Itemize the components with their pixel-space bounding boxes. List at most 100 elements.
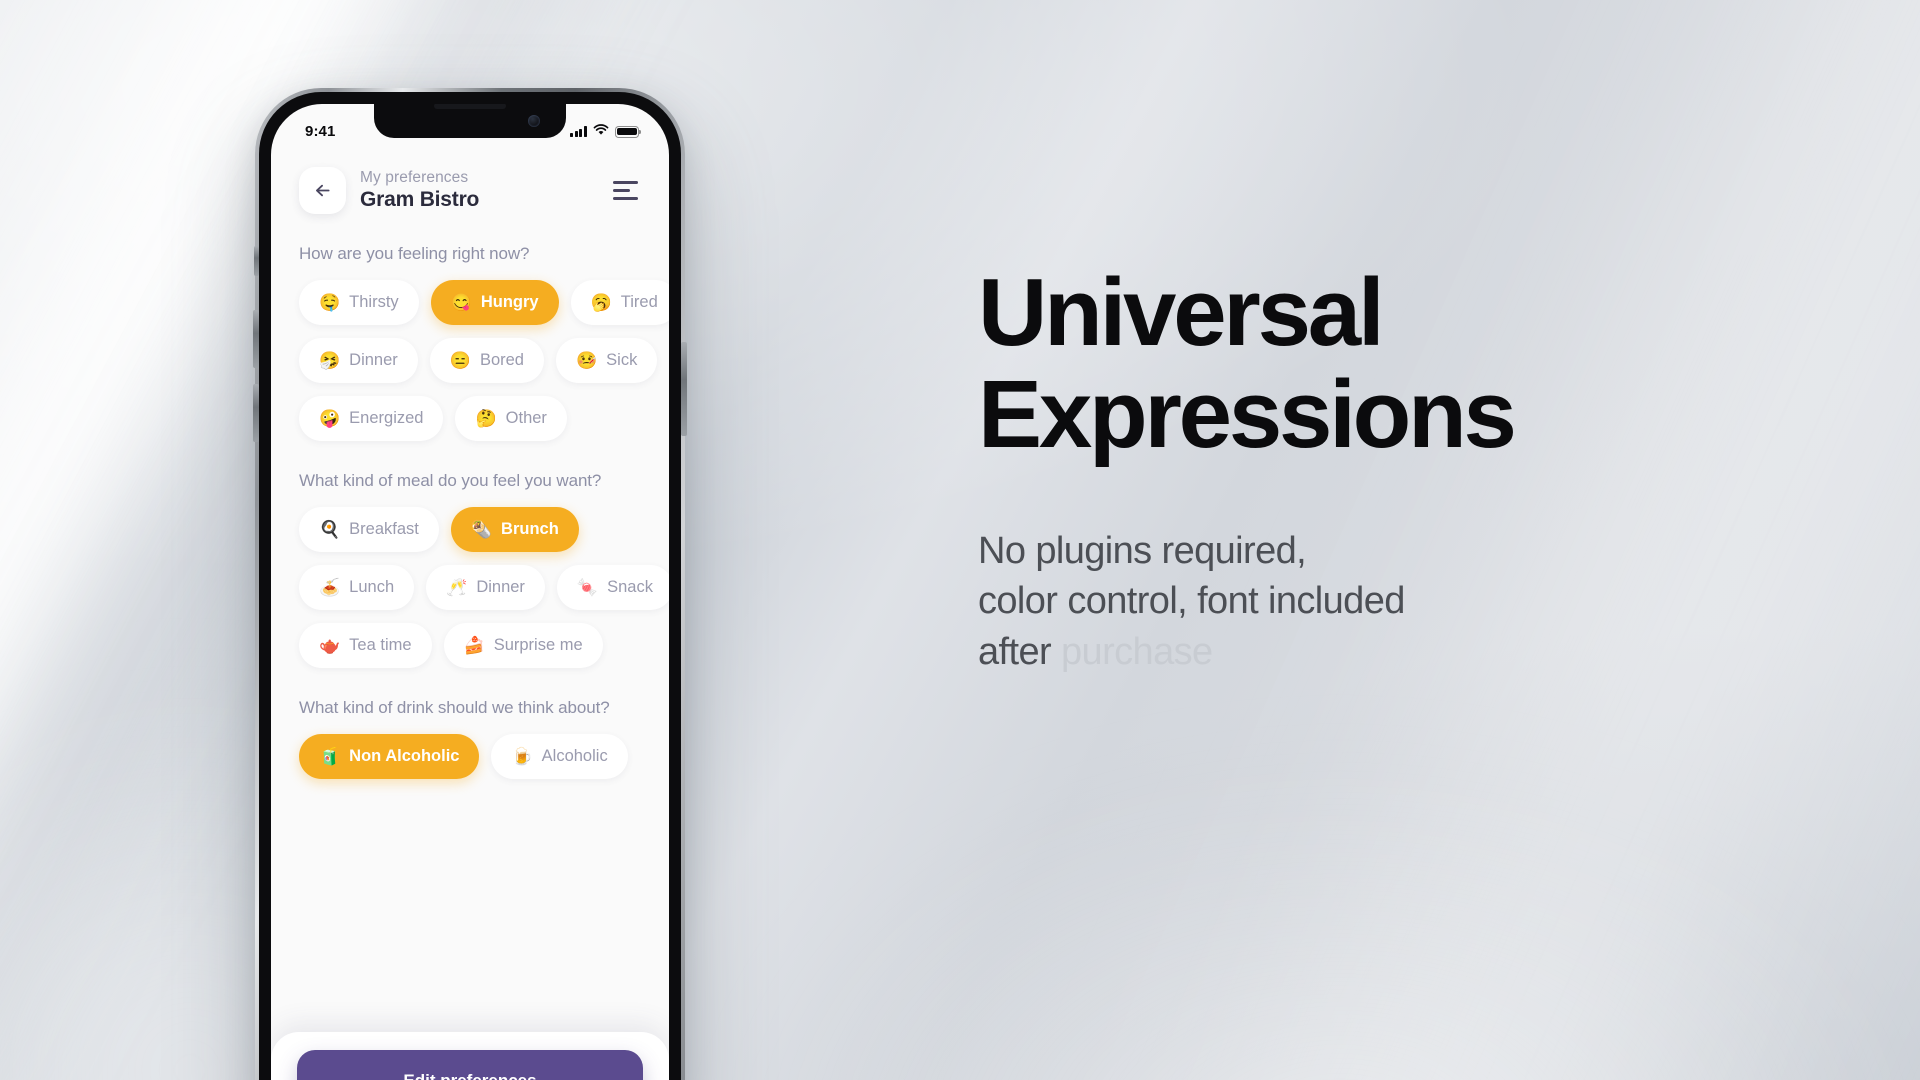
chip-tea-time[interactable]: 🫖 Tea time bbox=[299, 623, 432, 668]
chip-emoji-icon: 🍝 bbox=[319, 578, 341, 597]
app-container: My preferences Gram Bistro How are you f… bbox=[271, 104, 669, 1080]
chip-breakfast[interactable]: 🍳 Breakfast bbox=[299, 507, 439, 552]
preference-section: What kind of meal do you feel you want? 🍳… bbox=[271, 471, 669, 668]
promo-title-line-2: Expressions bbox=[978, 360, 1517, 468]
chip-emoji-icon: 🤔 bbox=[475, 409, 497, 428]
preference-section: What kind of drink should we think about… bbox=[271, 698, 669, 779]
chip-rows: 🤤 Thirsty 😋 Hungry 🥱 Tired 🤧 Dinner 😑 Bored 🤒 Sick 🤪… bbox=[299, 280, 669, 441]
status-bar-icons bbox=[570, 123, 642, 140]
promo-subtitle-purchase: purchase bbox=[1061, 631, 1213, 674]
bottom-cta-sheet: Edit preferences bbox=[271, 1032, 669, 1080]
promo-title-line-1: Universal bbox=[978, 259, 1385, 366]
wifi-icon bbox=[593, 123, 609, 140]
chip-row: 🫖 Tea time 🍰 Surprise me bbox=[299, 623, 643, 668]
chip-energized[interactable]: 🤪 Energized bbox=[299, 396, 444, 441]
back-button[interactable] bbox=[299, 167, 346, 214]
chip-row: 🧃 Non Alcoholic 🍺 Alcoholic bbox=[299, 734, 643, 779]
chip-emoji-icon: 🍰 bbox=[463, 636, 485, 655]
promo-subtitle-line-1: No plugins required, bbox=[978, 529, 1307, 572]
chip-other[interactable]: 🤔 Other bbox=[455, 396, 567, 441]
app-scroll-area[interactable]: My preferences Gram Bistro How are you f… bbox=[271, 150, 669, 1080]
header-eyebrow: My preferences bbox=[360, 169, 469, 187]
chip-thirsty[interactable]: 🤤 Thirsty bbox=[299, 280, 419, 325]
chip-hungry[interactable]: 😋 Hungry bbox=[430, 280, 559, 325]
chip-label: Hungry bbox=[480, 293, 539, 311]
chip-lunch[interactable]: 🍝 Lunch bbox=[299, 565, 415, 610]
chip-brunch[interactable]: 🌯 Brunch bbox=[450, 507, 579, 552]
volume-up-button[interactable] bbox=[253, 310, 259, 368]
chip-row: 🤤 Thirsty 😋 Hungry 🥱 Tired bbox=[299, 280, 669, 325]
silent-switch-button[interactable] bbox=[254, 246, 259, 276]
chip-emoji-icon: 🍬 bbox=[576, 578, 599, 597]
phone-screen: 9:41 My preferences Gram Bistro How are … bbox=[271, 104, 669, 1080]
status-bar-time: 9:41 bbox=[305, 123, 336, 140]
chip-label: Lunch bbox=[349, 578, 395, 596]
chip-sick[interactable]: 🤒 Sick bbox=[555, 338, 658, 383]
chip-label: Tea time bbox=[349, 636, 412, 654]
chip-label: Snack bbox=[607, 578, 653, 596]
chip-label: Tired bbox=[620, 293, 658, 311]
chip-alcoholic[interactable]: 🍺 Alcoholic bbox=[491, 734, 628, 779]
chip-emoji-icon: 🌯 bbox=[470, 520, 493, 539]
edit-preferences-button[interactable]: Edit preferences bbox=[297, 1050, 643, 1080]
chip-dinner[interactable]: 🥂 Dinner bbox=[426, 565, 545, 610]
app-header: My preferences Gram Bistro bbox=[271, 150, 669, 214]
chip-label: Alcoholic bbox=[541, 747, 608, 765]
signal-bars-icon bbox=[570, 126, 587, 137]
chip-row: 🍝 Lunch 🥂 Dinner 🍬 Snack bbox=[299, 565, 669, 610]
chip-label: Dinner bbox=[349, 351, 398, 369]
chip-surprise-me[interactable]: 🍰 Surprise me bbox=[443, 623, 603, 668]
chip-emoji-icon: 🫖 bbox=[319, 636, 341, 655]
chip-label: Thirsty bbox=[349, 293, 399, 311]
preference-sections: How are you feeling right now? 🤤 Thirsty 😋 H… bbox=[271, 244, 669, 779]
phone-mockup: 9:41 My preferences Gram Bistro How are … bbox=[253, 88, 687, 1080]
chip-label: Bored bbox=[479, 351, 524, 369]
chip-row: 🤧 Dinner 😑 Bored 🤒 Sick bbox=[299, 338, 658, 383]
chip-label: Brunch bbox=[501, 520, 559, 538]
chip-emoji-icon: 🤤 bbox=[319, 293, 341, 312]
chip-label: Energized bbox=[349, 409, 424, 427]
light-glow bbox=[640, 700, 1920, 1080]
section-question: How are you feeling right now? bbox=[299, 244, 530, 263]
promo-subtitle-after: after bbox=[978, 631, 1052, 674]
chip-label: Dinner bbox=[476, 578, 525, 596]
chip-emoji-icon: 🤒 bbox=[575, 351, 598, 370]
chip-label: Surprise me bbox=[493, 636, 583, 654]
chip-emoji-icon: 😑 bbox=[449, 351, 471, 370]
chip-non-alcoholic[interactable]: 🧃 Non Alcoholic bbox=[299, 734, 480, 779]
chip-label: Breakfast bbox=[349, 520, 419, 538]
chip-tired[interactable]: 🥱 Tired bbox=[570, 280, 669, 325]
chip-row: 🍳 Breakfast 🌯 Brunch bbox=[299, 507, 643, 552]
chip-snack[interactable]: 🍬 Snack bbox=[556, 565, 669, 610]
chip-emoji-icon: 🤪 bbox=[319, 409, 341, 428]
promo-copy: Universal Expressions No plugins require… bbox=[978, 262, 1738, 678]
volume-down-button[interactable] bbox=[253, 384, 259, 442]
chip-emoji-icon: 🥱 bbox=[590, 293, 612, 312]
header-texts: My preferences Gram Bistro bbox=[360, 169, 599, 212]
chip-emoji-icon: 🍺 bbox=[511, 747, 533, 766]
chip-rows: 🍳 Breakfast 🌯 Brunch 🍝 Lunch 🥂 Dinner 🍬 Snack 🫖 Tea… bbox=[299, 507, 669, 668]
chip-emoji-icon: 🥂 bbox=[446, 578, 468, 597]
phone-body: 9:41 My preferences Gram Bistro How are … bbox=[253, 92, 687, 1080]
section-question: What kind of meal do you feel you want? bbox=[299, 471, 602, 490]
chip-rows: 🧃 Non Alcoholic 🍺 Alcoholic bbox=[299, 734, 643, 779]
hamburger-menu-icon[interactable] bbox=[613, 179, 643, 203]
chip-emoji-icon: 😋 bbox=[450, 293, 472, 312]
preference-section: How are you feeling right now? 🤤 Thirsty 😋 H… bbox=[271, 244, 669, 441]
chip-emoji-icon: 🧃 bbox=[319, 747, 341, 766]
promo-subtitle-line-2: color control, font included bbox=[978, 580, 1405, 623]
chip-dinner[interactable]: 🤧 Dinner bbox=[299, 338, 418, 383]
page-title: Gram Bistro bbox=[360, 188, 480, 212]
chip-label: Non Alcoholic bbox=[349, 747, 460, 765]
chip-bored[interactable]: 😑 Bored bbox=[429, 338, 544, 383]
promo-subtitle-line-3: after purchase bbox=[978, 627, 1738, 678]
promo-title: Universal Expressions bbox=[978, 262, 1738, 466]
arrow-left-icon bbox=[315, 184, 330, 197]
chip-emoji-icon: 🍳 bbox=[319, 520, 341, 539]
power-button[interactable] bbox=[681, 342, 687, 436]
promo-subtitle: No plugins required, color control, font… bbox=[978, 526, 1738, 679]
status-bar: 9:41 bbox=[271, 104, 669, 150]
chip-row: 🤪 Energized 🤔 Other bbox=[299, 396, 643, 441]
chip-label: Other bbox=[505, 409, 547, 427]
chip-emoji-icon: 🤧 bbox=[319, 351, 341, 370]
